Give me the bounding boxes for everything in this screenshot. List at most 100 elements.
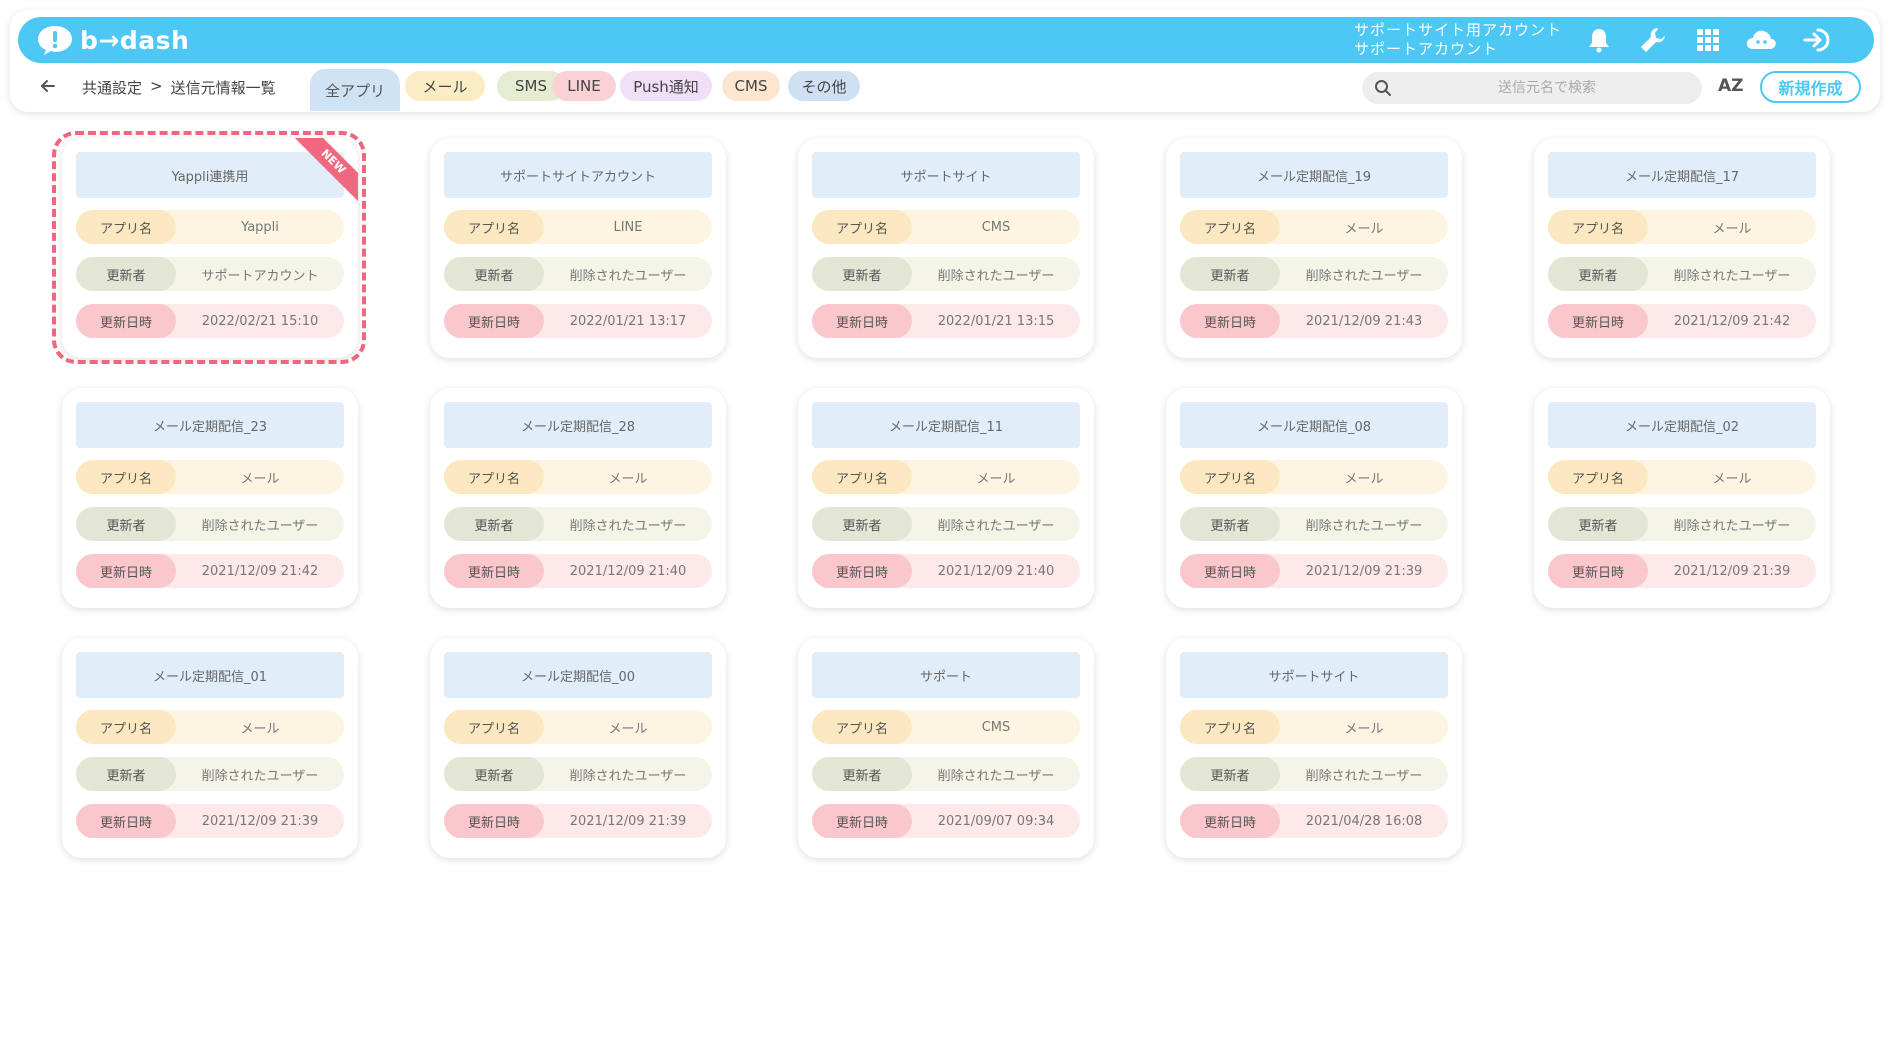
updated-at-row: 更新日時 2021/04/28 16:08 xyxy=(1180,804,1448,838)
app-name-label: アプリ名 xyxy=(444,210,544,244)
updated-at-row: 更新日時 2021/12/09 21:39 xyxy=(76,804,344,838)
updated-at-label: 更新日時 xyxy=(1180,304,1280,338)
app-name-label: アプリ名 xyxy=(1548,460,1648,494)
sender-card[interactable]: メール定期配信_01 アプリ名 メール 更新者 削除されたユーザー 更新日時 2021/12… xyxy=(62,638,358,858)
updater-value: 削除されたユーザー xyxy=(937,768,1055,784)
updated-at-value: 2021/09/07 09:34 xyxy=(937,813,1055,829)
updated-at-value: 2021/12/09 21:40 xyxy=(569,563,687,579)
updated-at-value: 2021/12/09 21:42 xyxy=(201,563,319,579)
tab-item[interactable]: その他 xyxy=(788,71,860,101)
updated-at-label: 更新日時 xyxy=(1548,554,1648,588)
sort-az-button[interactable]: AZ xyxy=(1718,76,1743,96)
sender-card[interactable]: メール定期配信_08 アプリ名 メール 更新者 削除されたユーザー 更新日時 2021/12… xyxy=(1166,388,1462,608)
updater-label: 更新者 xyxy=(1548,507,1648,541)
sender-card[interactable]: メール定期配信_00 アプリ名 メール 更新者 削除されたユーザー 更新日時 2021/12… xyxy=(430,638,726,858)
sender-card[interactable]: メール定期配信_11 アプリ名 メール 更新者 削除されたユーザー 更新日時 2021/12… xyxy=(798,388,1094,608)
updated-at-value: 2021/12/09 21:42 xyxy=(1673,313,1791,329)
updated-at-label: 更新日時 xyxy=(812,554,912,588)
app-name-label: アプリ名 xyxy=(1548,210,1648,244)
updater-row: 更新者 削除されたユーザー xyxy=(812,257,1080,291)
app-name-row: アプリ名 CMS xyxy=(812,710,1080,744)
updater-row: 更新者 削除されたユーザー xyxy=(444,757,712,791)
app-name-label: アプリ名 xyxy=(1180,210,1280,244)
app-name-value: CMS xyxy=(981,719,1011,735)
updater-value: 削除されたユーザー xyxy=(569,518,687,534)
updater-label: 更新者 xyxy=(76,507,176,541)
tab-item[interactable]: CMS xyxy=(722,71,780,101)
updated-at-label: 更新日時 xyxy=(444,804,544,838)
updater-label: 更新者 xyxy=(1180,507,1280,541)
app-name-label: アプリ名 xyxy=(76,460,176,494)
updated-at-row: 更新日時 2021/12/09 21:39 xyxy=(1180,554,1448,588)
card-title: メール定期配信_11 xyxy=(812,402,1080,448)
sender-card[interactable]: メール定期配信_28 アプリ名 メール 更新者 削除されたユーザー 更新日時 2021/12… xyxy=(430,388,726,608)
updater-row: 更新者 削除されたユーザー xyxy=(444,257,712,291)
card-title: メール定期配信_00 xyxy=(444,652,712,698)
updater-value: 削除されたユーザー xyxy=(1305,268,1423,284)
app-name-row: アプリ名 メール xyxy=(1548,460,1816,494)
updater-row: 更新者 削除されたユーザー xyxy=(1548,257,1816,291)
app-name-value: メール xyxy=(1344,721,1384,737)
top-bar: b→dash サポートサイト用アカウント サポートアカウント xyxy=(18,17,1874,63)
tab-item[interactable]: Push通知 xyxy=(620,71,712,101)
app-name-label: アプリ名 xyxy=(76,710,176,744)
updater-value: 削除されたユーザー xyxy=(569,768,687,784)
updater-label: 更新者 xyxy=(812,757,912,791)
app-name-row: アプリ名 メール xyxy=(1180,710,1448,744)
card-title: メール定期配信_28 xyxy=(444,402,712,448)
updated-at-value: 2021/04/28 16:08 xyxy=(1305,813,1423,829)
app-name-value: メール xyxy=(1344,471,1384,487)
updated-at-row: 更新日時 2021/12/09 21:40 xyxy=(444,554,712,588)
app-name-value: CMS xyxy=(981,219,1011,235)
cloud-icon[interactable] xyxy=(1744,25,1778,55)
app-name-value: メール xyxy=(976,471,1016,487)
app-name-label: アプリ名 xyxy=(1180,710,1280,744)
search-input[interactable] xyxy=(1402,72,1692,104)
breadcrumb-parent[interactable]: 共通設定 xyxy=(82,77,142,98)
sender-card[interactable]: サポート アプリ名 CMS 更新者 削除されたユーザー 更新日時 2021/09/07 09… xyxy=(798,638,1094,858)
sender-card[interactable]: サポートサイト アプリ名 CMS 更新者 削除されたユーザー 更新日時 2022/01/21… xyxy=(798,138,1094,358)
sender-card[interactable]: メール定期配信_02 アプリ名 メール 更新者 削除されたユーザー 更新日時 2021/12… xyxy=(1534,388,1830,608)
create-new-button[interactable]: 新規作成 xyxy=(1760,71,1861,103)
app-name-value: メール xyxy=(1712,221,1752,237)
updated-at-label: 更新日時 xyxy=(1180,554,1280,588)
app-name-row: アプリ名 メール xyxy=(1548,210,1816,244)
back-arrow-icon[interactable] xyxy=(38,76,58,96)
tab-item[interactable]: メール xyxy=(405,71,485,101)
breadcrumb-current: 送信元情報一覧 xyxy=(170,79,276,97)
updated-at-row: 更新日時 2021/12/09 21:43 xyxy=(1180,304,1448,338)
logo-bubble-icon xyxy=(38,26,72,55)
account-user: サポートアカウント xyxy=(1354,40,1499,58)
updated-at-value: 2022/01/21 13:17 xyxy=(569,313,687,329)
tab-item[interactable]: 全アプリ xyxy=(310,69,400,111)
wrench-icon[interactable] xyxy=(1638,25,1668,55)
app-name-row: アプリ名 LINE xyxy=(444,210,712,244)
app-name-row: アプリ名 メール xyxy=(812,460,1080,494)
app-name-value: メール xyxy=(240,721,280,737)
sender-card[interactable]: メール定期配信_19 アプリ名 メール 更新者 削除されたユーザー 更新日時 2021/12… xyxy=(1166,138,1462,358)
updated-at-value: 2021/12/09 21:43 xyxy=(1305,313,1423,329)
tab-item[interactable]: LINE xyxy=(552,71,616,101)
app-name-label: アプリ名 xyxy=(444,460,544,494)
app-name-value: メール xyxy=(1712,471,1752,487)
sender-card[interactable]: メール定期配信_17 アプリ名 メール 更新者 削除されたユーザー 更新日時 2021/12… xyxy=(1534,138,1830,358)
app-name-label: アプリ名 xyxy=(812,210,912,244)
updater-row: 更新者 削除されたユーザー xyxy=(812,757,1080,791)
card-title: サポートサイト xyxy=(1180,652,1448,698)
app-name-label: アプリ名 xyxy=(444,710,544,744)
card-title: サポートサイト xyxy=(812,152,1080,198)
sender-card[interactable]: サポートサイト アプリ名 メール 更新者 削除されたユーザー 更新日時 2021/04/28… xyxy=(1166,638,1462,858)
bell-icon[interactable] xyxy=(1584,25,1614,55)
updated-at-row: 更新日時 2021/12/09 21:40 xyxy=(812,554,1080,588)
updater-label: 更新者 xyxy=(1180,257,1280,291)
updater-value: 削除されたユーザー xyxy=(1673,268,1791,284)
card-title: サポートサイトアカウント xyxy=(444,152,712,198)
grid-icon[interactable] xyxy=(1693,25,1723,55)
sender-card[interactable]: メール定期配信_23 アプリ名 メール 更新者 削除されたユーザー 更新日時 2021/12… xyxy=(62,388,358,608)
logout-icon[interactable] xyxy=(1800,25,1836,55)
account-info[interactable]: サポートサイト用アカウント サポートアカウント xyxy=(1354,21,1562,59)
updater-label: 更新者 xyxy=(444,757,544,791)
sender-card[interactable]: サポートサイトアカウント アプリ名 LINE 更新者 削除されたユーザー 更新日時 2022… xyxy=(430,138,726,358)
app-name-value: LINE xyxy=(613,219,643,235)
logo[interactable]: b→dash xyxy=(36,24,189,56)
